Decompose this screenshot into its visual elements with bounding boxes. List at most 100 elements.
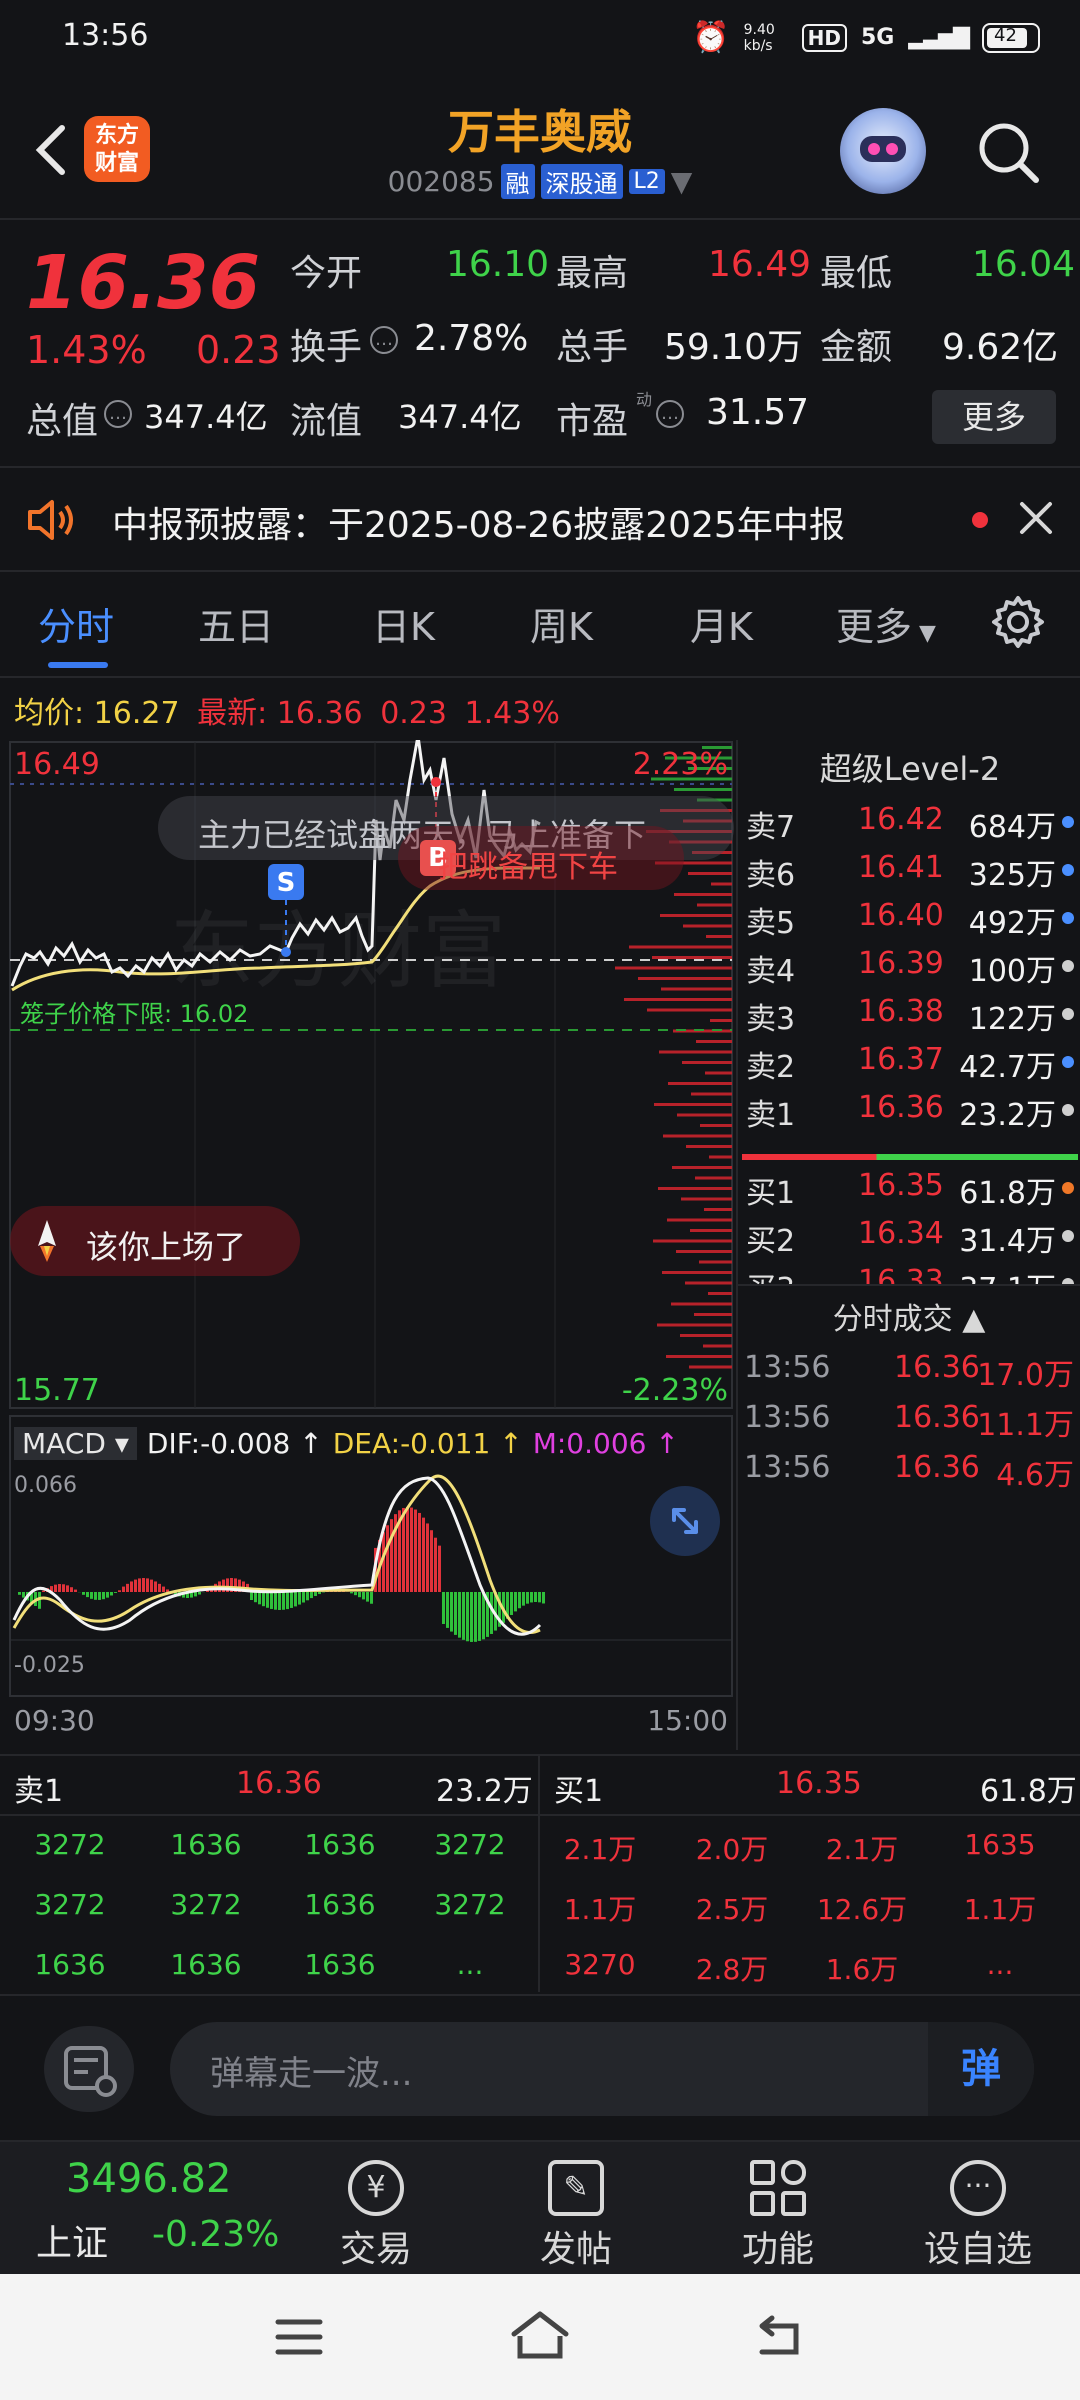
avg-value: 16.27 bbox=[93, 696, 180, 731]
more-button[interactable]: 更多 bbox=[932, 390, 1056, 444]
tab-five-day[interactable]: 五日 bbox=[198, 596, 274, 651]
ask-row[interactable]: 卖5 16.40 492万 bbox=[738, 898, 1080, 946]
stock-name[interactable]: 万丰奥威 bbox=[340, 96, 740, 162]
buy-queue-cell: ... bbox=[986, 1948, 1014, 1981]
stock-subtitle[interactable]: 002085 融 深股通 L2 ▼ bbox=[300, 164, 780, 199]
macd-histogram-bar bbox=[370, 1592, 373, 1604]
tab-monthly-k[interactable]: 月K bbox=[690, 596, 753, 651]
macd-histogram-bar bbox=[282, 1592, 285, 1610]
promo-bubble[interactable]: 该你上场了 bbox=[10, 1206, 300, 1276]
bid-row[interactable]: 买2 16.34 31.4万 bbox=[738, 1216, 1080, 1264]
unread-dot bbox=[972, 512, 988, 528]
macd-histogram-bar bbox=[274, 1592, 277, 1610]
ask-label: 卖3 bbox=[746, 1002, 796, 1037]
buy-queue-cell: 2.1万 bbox=[563, 1833, 637, 1866]
expand-icon[interactable] bbox=[650, 1486, 720, 1556]
macd-histogram-bar bbox=[350, 1592, 353, 1594]
back-icon[interactable] bbox=[20, 120, 80, 180]
turnover-value: 2.78% bbox=[414, 318, 529, 359]
tab-daily-k[interactable]: 日K bbox=[372, 596, 435, 651]
ask-label: 卖5 bbox=[746, 906, 796, 941]
bid-row[interactable]: 买1 16.35 61.8万 bbox=[738, 1168, 1080, 1216]
sell-queue-cell: 1636 bbox=[304, 1828, 376, 1861]
ask-price: 16.36 bbox=[858, 1090, 944, 1125]
ask-price: 16.40 bbox=[858, 898, 944, 933]
ask-row[interactable]: 卖4 16.39 100万 bbox=[738, 946, 1080, 994]
danmu-input[interactable]: 弹幕走一波... 弹 bbox=[170, 2022, 1034, 2116]
ask-row[interactable]: 卖7 16.42 684万 bbox=[738, 802, 1080, 850]
tab-more[interactable]: 更多 ▼ bbox=[836, 596, 936, 651]
macd-histogram-bar bbox=[318, 1592, 321, 1595]
nav-functions[interactable]: 功能 bbox=[708, 2160, 848, 2272]
announcement-bar[interactable]: 中报预披露：于2025-08-26披露2025年中报 bbox=[0, 470, 1080, 570]
macd-histogram-bar bbox=[262, 1592, 265, 1607]
depth-bar bbox=[694, 1313, 732, 1316]
macd-selector[interactable]: MACD ▾ bbox=[14, 1426, 137, 1460]
sell-queue-cell: 1636 bbox=[304, 1948, 376, 1981]
order-flag-dot bbox=[1062, 1182, 1074, 1194]
macd-histogram-bar bbox=[302, 1592, 305, 1603]
macd-histogram-bar bbox=[410, 1507, 413, 1592]
b-marker-bubble[interactable]: B 把跳备甩下车 bbox=[398, 826, 684, 890]
depth-bar bbox=[659, 1050, 732, 1054]
dropdown-icon: ▼ bbox=[912, 621, 936, 646]
sell1-volume: 23.2万 bbox=[436, 1774, 533, 1809]
net-speed: 9.40 kb/s bbox=[743, 21, 775, 54]
depth-bar bbox=[704, 1208, 732, 1211]
ask-price: 16.42 bbox=[858, 802, 944, 837]
last-label: 最新: bbox=[197, 696, 268, 731]
macd-histogram-bar bbox=[130, 1581, 133, 1592]
macd-bottom-value: -0.025 bbox=[14, 1653, 85, 1678]
bid-volume: 61.8万 bbox=[959, 1176, 1056, 1211]
ask-volume: 122万 bbox=[968, 1002, 1056, 1037]
orderbook-title[interactable]: 超级Level-2 bbox=[738, 740, 1080, 798]
ask-row[interactable]: 卖3 16.38 122万 bbox=[738, 994, 1080, 1042]
macd-histogram-bar bbox=[90, 1592, 93, 1599]
macd-histogram-bar bbox=[58, 1584, 61, 1592]
info-icon[interactable]: … bbox=[656, 400, 684, 428]
ask-row[interactable]: 卖6 16.41 325万 bbox=[738, 850, 1080, 898]
macd-histogram-bar bbox=[114, 1592, 117, 1593]
eastmoney-logo[interactable]: 东方财富 bbox=[84, 116, 150, 182]
queue-detail[interactable]: 卖1 16.36 23.2万 买1 16.35 61.8万 3272 1636 16… bbox=[0, 1754, 1080, 1994]
tick-panel[interactable]: 分时成交 ▲ 13:56 16.36 17.0万 13:56 16.36 11.1万 13:… bbox=[738, 1284, 1080, 1754]
macd-histogram-bar bbox=[438, 1545, 441, 1592]
order-flag-dot bbox=[1062, 912, 1074, 924]
announcement-text: 中报预披露：于2025-08-26披露2025年中报 bbox=[112, 505, 845, 546]
change-percent: 1.43% bbox=[26, 328, 147, 372]
tab-intraday[interactable]: 分时 bbox=[38, 596, 114, 651]
high-value: 16.49 bbox=[708, 244, 812, 285]
macd-histogram-bar bbox=[442, 1592, 445, 1624]
macd-histogram-bar bbox=[514, 1592, 517, 1612]
buy1-volume: 61.8万 bbox=[980, 1774, 1077, 1809]
back-nav-icon[interactable] bbox=[752, 2312, 808, 2364]
info-icon[interactable]: … bbox=[104, 400, 132, 428]
tab-weekly-k[interactable]: 周K bbox=[530, 596, 593, 651]
ask-row[interactable]: 卖2 16.37 42.7万 bbox=[738, 1042, 1080, 1090]
more-dots-icon: ··· bbox=[950, 2160, 1006, 2216]
tick-time: 13:56 bbox=[744, 1350, 831, 1385]
danmu-settings-icon[interactable] bbox=[44, 2026, 134, 2112]
ai-assistant-icon[interactable] bbox=[840, 108, 926, 194]
tick-title[interactable]: 分时成交 ▲ bbox=[738, 1294, 1080, 1338]
macd-histogram-bar bbox=[450, 1592, 453, 1632]
menu-icon[interactable] bbox=[274, 2316, 324, 2362]
settings-gear-icon[interactable] bbox=[990, 594, 1046, 654]
danmu-send-button[interactable]: 弹 bbox=[928, 2022, 1034, 2116]
depth-bar bbox=[710, 1019, 732, 1022]
nav-post[interactable]: ✎ 发帖 bbox=[506, 2160, 646, 2272]
macd-histogram-bar bbox=[142, 1578, 145, 1592]
ask-row[interactable]: 卖1 16.36 23.2万 bbox=[738, 1090, 1080, 1138]
edit-icon: ✎ bbox=[548, 2160, 604, 2216]
nav-trade[interactable]: ¥ 交易 bbox=[306, 2160, 446, 2272]
danmu-bar: 弹幕走一波... 弹 bbox=[0, 1994, 1080, 2140]
close-icon[interactable] bbox=[1016, 498, 1056, 542]
amount-label: 金额 bbox=[820, 327, 893, 368]
depth-bar bbox=[654, 1103, 732, 1106]
info-icon[interactable]: … bbox=[370, 326, 398, 354]
depth-bar bbox=[674, 788, 732, 791]
nav-watchlist[interactable]: ··· 设自选 bbox=[908, 2160, 1048, 2272]
macd-histogram-bar bbox=[118, 1590, 121, 1592]
search-icon[interactable] bbox=[976, 120, 1042, 186]
home-icon[interactable] bbox=[508, 2308, 572, 2366]
